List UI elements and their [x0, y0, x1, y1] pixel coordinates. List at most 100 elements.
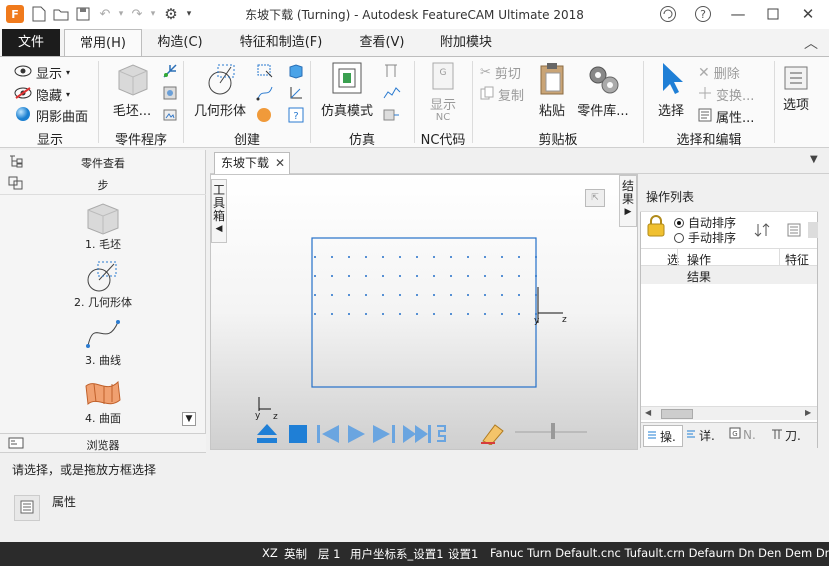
scroll-left-icon[interactable]: ◀ [645, 408, 651, 417]
part-tool-2-icon[interactable] [162, 85, 178, 104]
select-rect-icon[interactable] [256, 63, 274, 82]
properties-panel-button[interactable] [14, 495, 40, 521]
divider [472, 61, 473, 143]
properties-label: 属性... [716, 111, 755, 126]
scroll-right-icon[interactable]: ▶ [805, 408, 811, 417]
hide-label: 隐藏 [36, 89, 63, 104]
properties-button[interactable]: 属性... [698, 107, 754, 126]
op-list-view-icon[interactable] [786, 222, 802, 241]
tab-view[interactable]: 查看(V) [348, 29, 416, 56]
axis-tool-icon[interactable] [288, 85, 304, 104]
sim-chart-icon[interactable] [382, 85, 402, 104]
show-nc-button[interactable]: G 显示 NC [420, 61, 466, 123]
help-icon[interactable]: ? [690, 3, 716, 25]
sim-eraser-icon[interactable] [479, 419, 507, 448]
step-geometry-icon[interactable] [84, 258, 122, 297]
options-button[interactable]: 选项 [780, 65, 812, 113]
part-tool-1-icon[interactable] [162, 63, 178, 82]
op-horizontal-scrollbar[interactable]: ◀ ▶ [641, 406, 817, 420]
cut-button[interactable]: ✂ 剪切 [480, 63, 521, 82]
tab-file[interactable]: 文件 [2, 29, 60, 56]
status-post-processor[interactable]: Fanuc Turn Default.cnc Tufault.crn Defau… [490, 546, 829, 560]
shaded-surface-button[interactable]: 阴影曲面 [14, 106, 88, 125]
stock-rectangle [311, 237, 537, 388]
sim-tool-3-icon[interactable] [382, 107, 400, 126]
status-layer[interactable]: 层 1 [318, 546, 340, 562]
copy-button[interactable]: 复制 [480, 85, 524, 104]
simulation-mode-button[interactable]: 仿真模式 [316, 61, 378, 119]
sim-tool-1-icon[interactable] [382, 63, 400, 82]
ribbon-collapse-icon[interactable]: ︿ [804, 33, 818, 53]
sim-step-forward-icon[interactable] [371, 423, 397, 448]
part-tool-3-icon[interactable] [162, 107, 178, 126]
sim-rewind-icon[interactable] [315, 423, 341, 448]
sort-order-icon[interactable] [754, 222, 772, 241]
grid-dot [484, 256, 486, 258]
table-row[interactable]: 结果 [641, 266, 817, 284]
lock-icon[interactable] [646, 214, 666, 241]
scroll-thumb[interactable] [661, 409, 693, 419]
status-units[interactable]: 英制 [284, 546, 307, 562]
sim-fast-forward-icon[interactable] [401, 423, 433, 448]
document-tab[interactable]: 东坡下载 ✕ [214, 152, 290, 174]
tab-tools[interactable]: 刀. [771, 427, 801, 444]
show-button[interactable]: 显示 ▾ [14, 63, 70, 82]
step-item-surface[interactable]: 4. 曲面 [0, 410, 206, 426]
stock-button[interactable]: 毛坯... [106, 61, 158, 119]
steps-scroll-down-button[interactable]: ▼ [182, 412, 196, 426]
step-item-curve[interactable]: 3. 曲线 [0, 352, 206, 368]
select-button[interactable]: 选择 [652, 61, 690, 119]
simulation-mode-label: 仿真模式 [320, 104, 373, 119]
query-tool-icon[interactable]: ? [288, 107, 304, 126]
status-setup[interactable]: 设置1 [448, 546, 478, 562]
tab-addons[interactable]: 附加模块 [428, 29, 504, 56]
sim-eject-icon[interactable] [255, 421, 279, 448]
status-ucs[interactable]: 用户坐标系_设置1 [350, 546, 444, 562]
delete-x-icon: ✕ [698, 64, 710, 81]
sphere-orange-icon[interactable] [256, 107, 272, 126]
sim-play-icon[interactable] [345, 423, 367, 448]
sim-speed-slider-thumb[interactable] [551, 423, 555, 439]
tab-details[interactable]: 详. [685, 427, 715, 444]
divider [0, 194, 206, 195]
info-icon[interactable] [655, 3, 681, 25]
step-item-stock[interactable]: 1. 毛坯 [0, 236, 206, 252]
solid-cube-icon[interactable] [288, 63, 304, 82]
browser-label[interactable]: 浏览器 [0, 437, 206, 453]
tab-list-dropdown-icon[interactable]: ▼ [810, 154, 818, 165]
close-tab-icon[interactable]: ✕ [275, 153, 285, 173]
status-plane[interactable]: XZ [262, 546, 278, 560]
step-item-geometry[interactable]: 2. 几何形体 [0, 294, 206, 310]
tab-operations[interactable]: 操. [643, 425, 683, 447]
grid-dot [467, 275, 469, 277]
step-surface-icon[interactable] [84, 374, 122, 413]
origin-x-axis-label: z [562, 315, 567, 325]
hide-button[interactable]: 隐藏 ▾ [14, 85, 70, 104]
delete-button[interactable]: ✕ 删除 [698, 63, 740, 83]
step-curve-icon[interactable] [84, 316, 122, 355]
minimize-button[interactable]: — [725, 3, 751, 25]
op-more-icon[interactable] [808, 222, 818, 238]
sim-step-mode-icon[interactable] [435, 423, 451, 448]
tab-construct[interactable]: 构造(C) [146, 29, 214, 56]
stock-cube-icon [113, 64, 151, 100]
step-stock-icon[interactable] [84, 200, 122, 239]
tab-common[interactable]: 常用(H) [64, 29, 142, 56]
triad-y-axis-label: y [255, 411, 261, 421]
part-view-header[interactable]: 零件查看 [0, 155, 206, 171]
geometry-button[interactable]: 几何形体 [190, 61, 250, 119]
clipboard-icon [537, 63, 567, 100]
maximize-button[interactable] [760, 3, 786, 25]
steps-header[interactable]: 步 [0, 177, 206, 193]
tab-features[interactable]: 特征和制造(F) [226, 29, 336, 56]
part-library-button[interactable]: 零件库... [574, 61, 632, 119]
part-origin-axis [537, 287, 563, 323]
close-window-button[interactable]: ✕ [795, 3, 821, 25]
curve-tool-icon[interactable] [256, 85, 274, 104]
tab-nc[interactable]: G N. [729, 427, 756, 442]
sim-stop-icon[interactable] [287, 423, 309, 448]
manual-sort-radio[interactable]: 手动排序 [674, 229, 736, 246]
transform-button[interactable]: 变换... [698, 85, 754, 104]
graphics-viewport[interactable]: 工 具 箱 ◀ 结 果 ▶ ⇱ z y z y [210, 174, 638, 450]
paste-button[interactable]: 粘贴 [534, 61, 570, 119]
